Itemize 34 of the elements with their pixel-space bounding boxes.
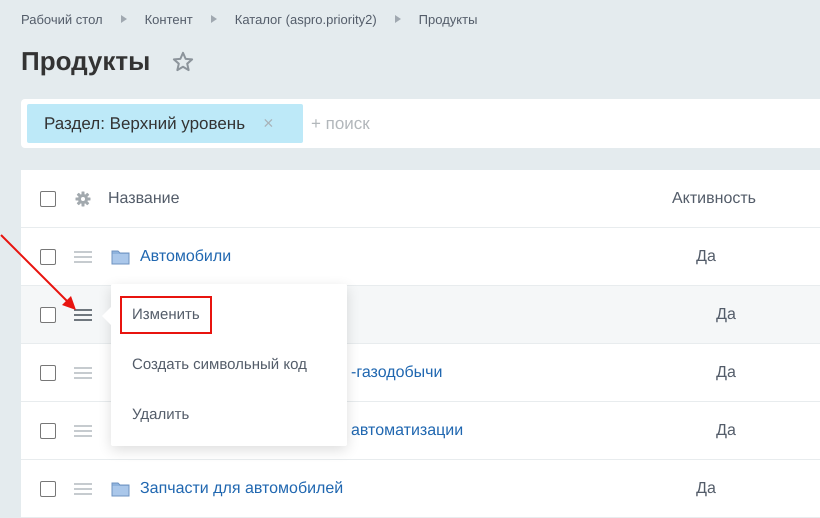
menu-item[interactable]: Удалить bbox=[120, 396, 202, 434]
breadcrumb-link[interactable]: Каталог (aspro.priority2) bbox=[234, 12, 377, 26]
star-icon[interactable] bbox=[172, 50, 194, 72]
folder-icon bbox=[111, 248, 130, 264]
table-cell-text: Да bbox=[695, 248, 717, 266]
section-link[interactable]: -газодобычи bbox=[351, 364, 442, 382]
column-header[interactable]: Название bbox=[108, 190, 628, 208]
menu-item[interactable]: Изменить bbox=[120, 296, 212, 334]
settings-icon[interactable] bbox=[75, 190, 91, 206]
checkbox[interactable] bbox=[40, 364, 56, 380]
section-link[interactable]: автоматизации bbox=[351, 422, 464, 440]
table-cell-text: Да bbox=[715, 364, 737, 382]
folder-icon bbox=[111, 480, 130, 496]
checkbox[interactable] bbox=[40, 306, 56, 322]
chevron-icon bbox=[394, 15, 401, 23]
table-cell-text: Да bbox=[715, 306, 737, 324]
section-link[interactable]: Автомобили bbox=[140, 248, 232, 266]
chevron-icon bbox=[210, 15, 217, 23]
table-cell-text: Да bbox=[695, 480, 717, 498]
chevron-icon bbox=[120, 15, 127, 23]
breadcrumb-link[interactable]: Рабочий стол bbox=[21, 12, 103, 26]
checkbox[interactable] bbox=[40, 190, 56, 206]
breadcrumb-link[interactable]: Контент bbox=[144, 12, 193, 26]
checkbox[interactable] bbox=[40, 480, 56, 496]
table-cell-text: Да bbox=[715, 422, 737, 440]
filter-tag-label: Раздел: Верхний уровень bbox=[43, 114, 246, 134]
section-link[interactable]: Запчасти для автомобилей bbox=[140, 480, 344, 498]
checkbox[interactable] bbox=[40, 248, 56, 264]
menu-item[interactable]: Создать символьный код bbox=[120, 346, 319, 384]
checkbox[interactable] bbox=[40, 422, 56, 438]
menu-icon[interactable] bbox=[74, 308, 92, 320]
breadcrumb-link[interactable]: Продукты bbox=[418, 12, 478, 26]
page-title: Продукты bbox=[21, 46, 150, 76]
column-header[interactable]: Активность bbox=[664, 190, 764, 208]
